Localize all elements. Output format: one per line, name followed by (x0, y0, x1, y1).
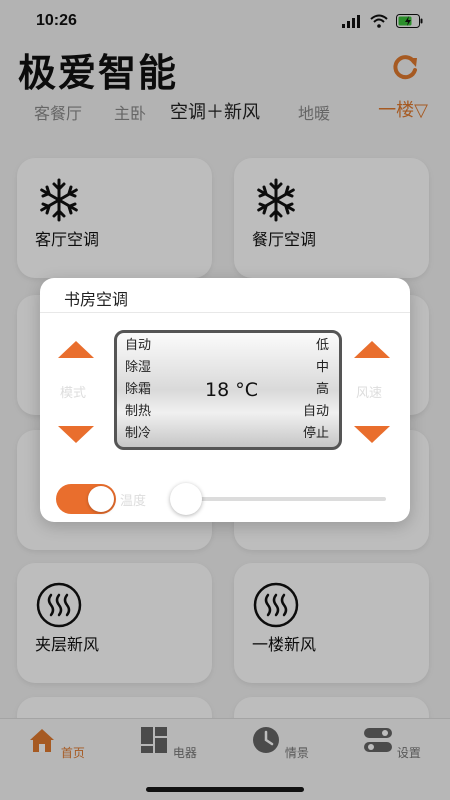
fan-speed-option[interactable]: 高 (303, 381, 329, 399)
dialog-title: 书房空调 (64, 290, 129, 309)
ac-control-dialog: 书房空调 模式 自动 除湿 除霜 制热 制冷 18 °C 低 中 高 自动 停止… (40, 278, 410, 522)
fan-up-button[interactable] (354, 341, 390, 358)
mode-option[interactable]: 除霜 (125, 381, 151, 399)
fan-speed-option[interactable]: 中 (303, 359, 329, 377)
lcd-display: 自动 除湿 除霜 制热 制冷 18 °C 低 中 高 自动 停止 (114, 330, 342, 450)
mode-option[interactable]: 除湿 (125, 359, 151, 377)
dialog-divider (40, 312, 410, 313)
mode-down-button[interactable] (58, 426, 94, 443)
fan-label: 风速 (356, 386, 383, 401)
home-indicator (146, 787, 304, 792)
power-toggle[interactable] (56, 484, 116, 514)
toggle-knob (88, 486, 114, 512)
mode-option[interactable]: 制冷 (125, 425, 151, 443)
temperature-readout: 18 °C (205, 379, 258, 401)
mode-option[interactable]: 制热 (125, 403, 151, 421)
toggle-label: 温度 (120, 494, 147, 509)
fan-speed-option[interactable]: 自动 (303, 403, 329, 421)
temperature-slider-track[interactable] (188, 497, 386, 501)
fan-speed-list: 低 中 高 自动 停止 (303, 337, 329, 443)
mode-up-button[interactable] (58, 341, 94, 358)
fan-down-button[interactable] (354, 426, 390, 443)
mode-list: 自动 除湿 除霜 制热 制冷 (125, 337, 151, 443)
fan-speed-option[interactable]: 低 (303, 337, 329, 355)
fan-speed-option[interactable]: 停止 (303, 425, 329, 443)
mode-label: 模式 (60, 386, 87, 401)
temperature-slider-thumb[interactable] (170, 483, 202, 515)
mode-option[interactable]: 自动 (125, 337, 151, 355)
